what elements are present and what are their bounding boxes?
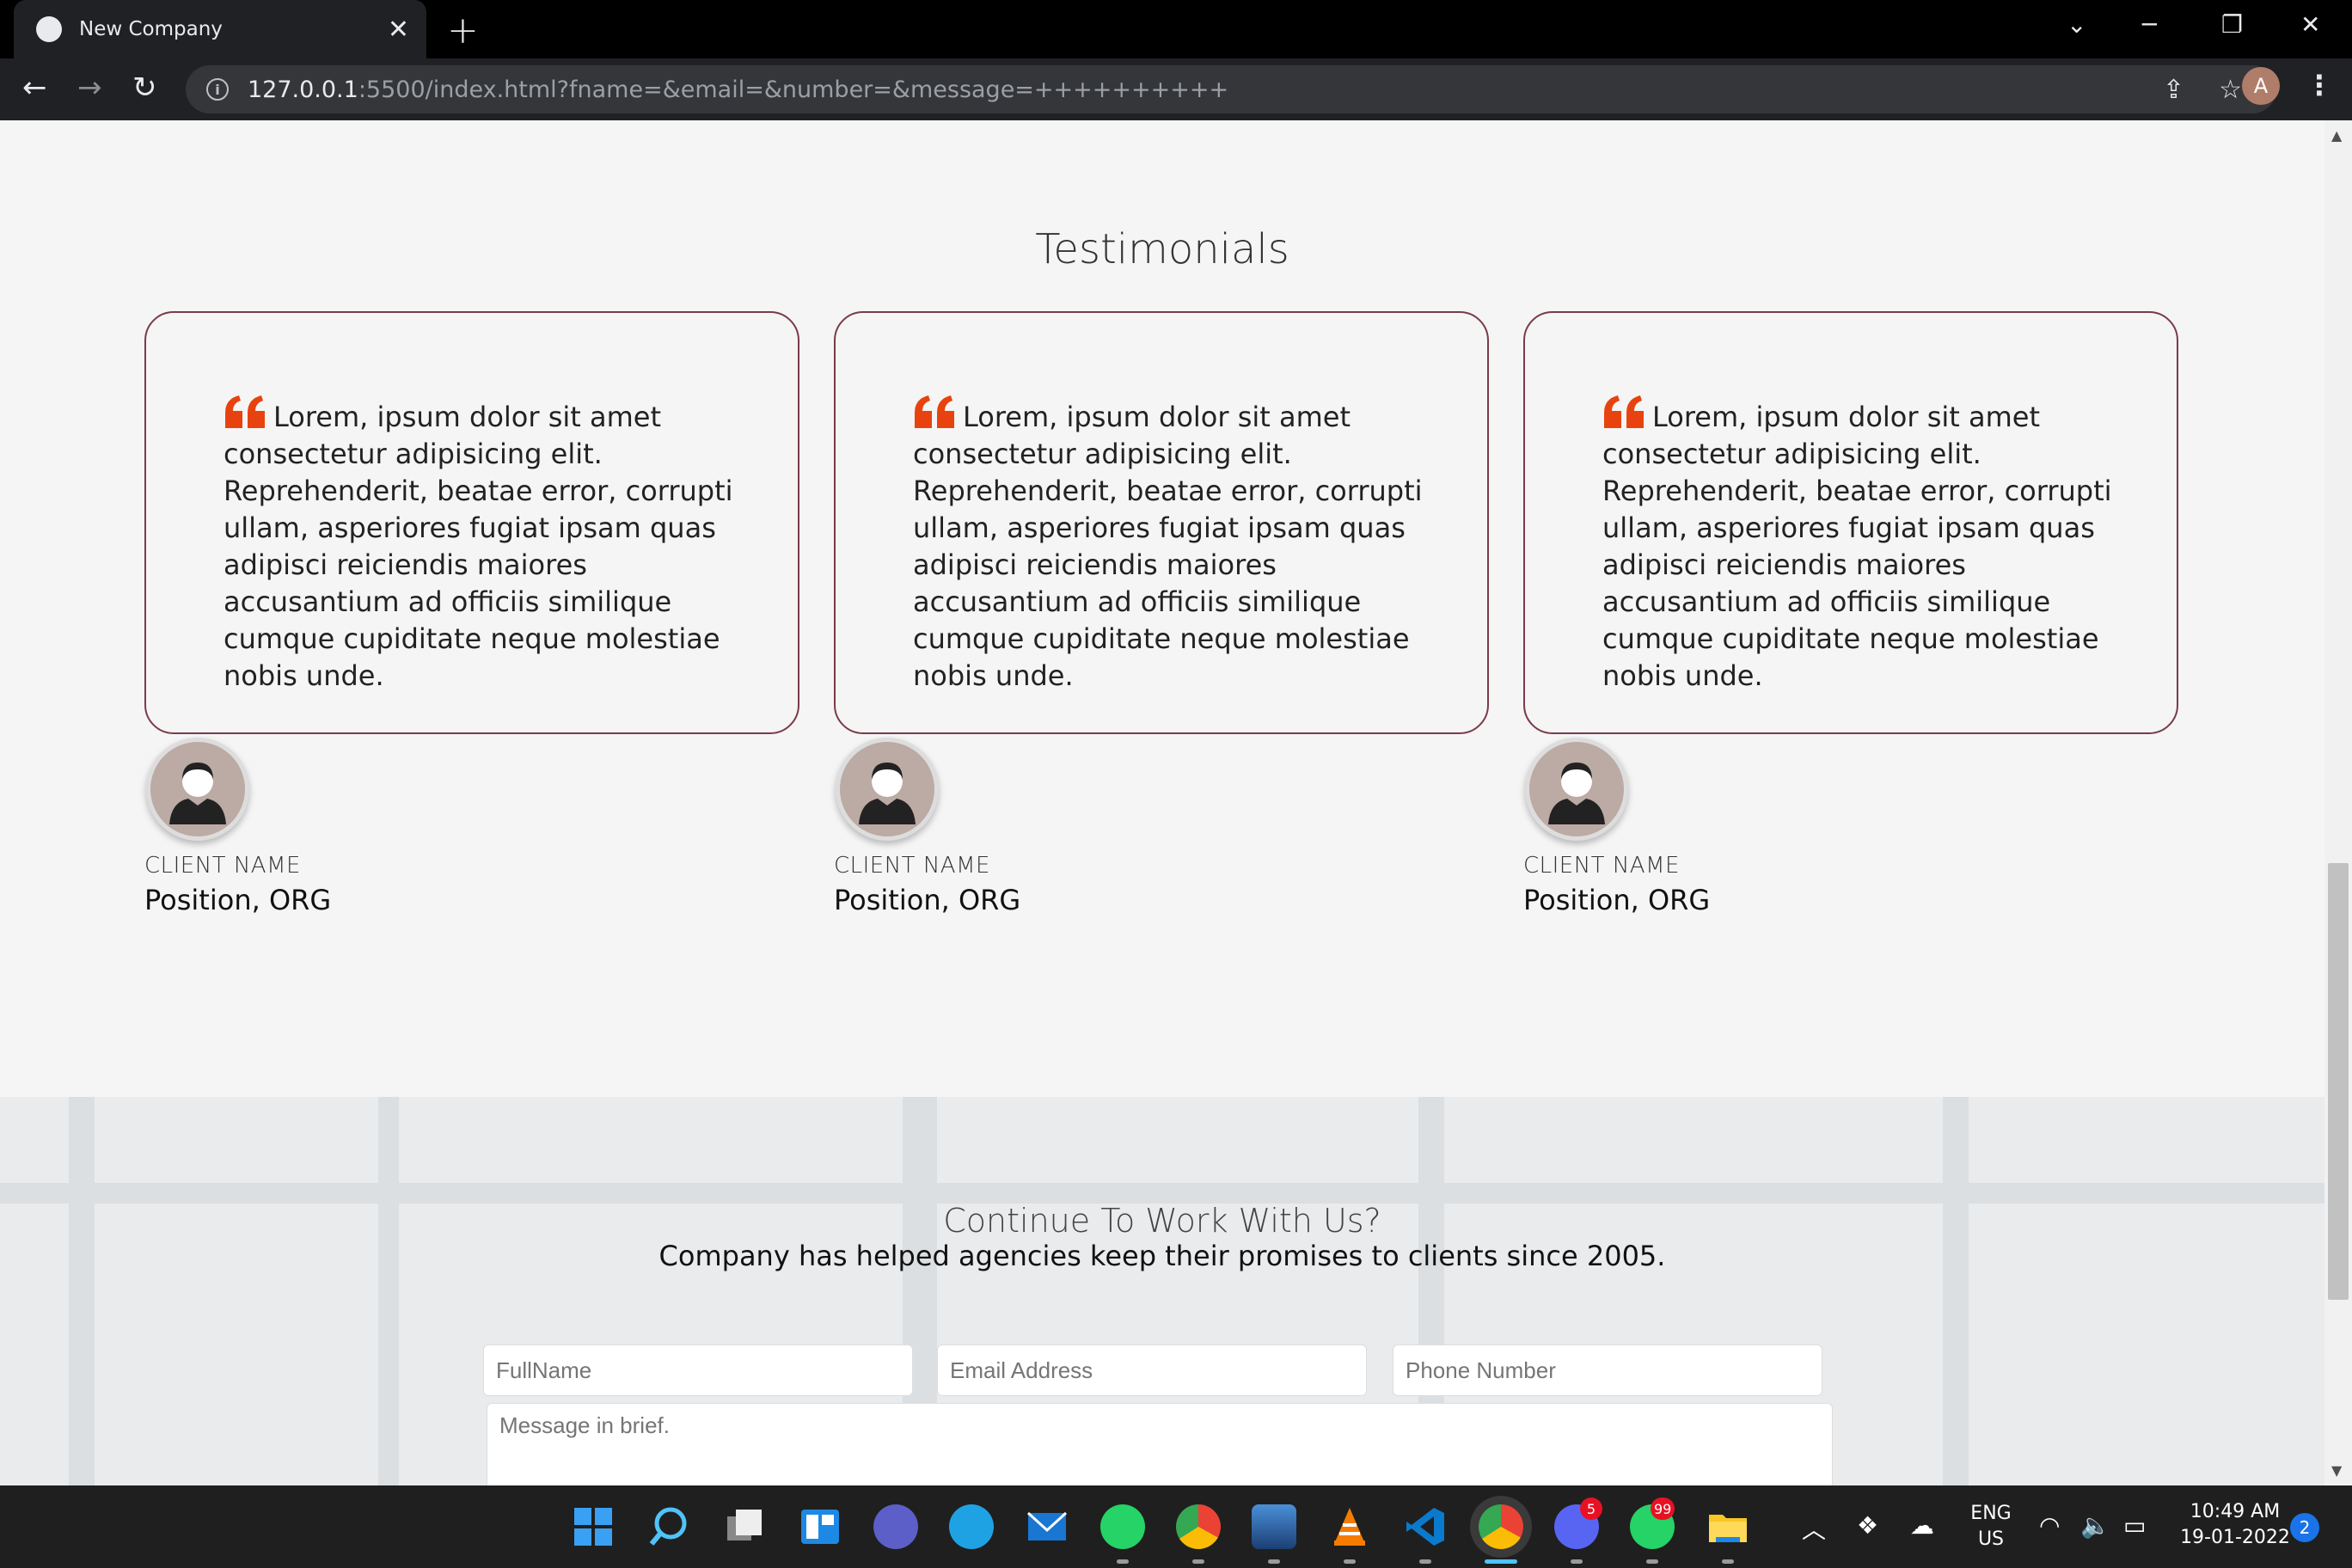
testimonial-card: Lorem, ipsum dolor sit amet consectetur …	[144, 311, 799, 734]
vlc-icon[interactable]	[1327, 1504, 1372, 1549]
tab-search-chevron-icon[interactable]: ⌄	[2067, 10, 2086, 39]
testimonial-quote: Lorem, ipsum dolor sit amet consectetur …	[224, 401, 733, 692]
active-indicator	[1485, 1559, 1517, 1564]
testimonial-quote: Lorem, ipsum dolor sit amet consectetur …	[913, 401, 1423, 692]
chrome-active-icon[interactable]	[1479, 1504, 1523, 1549]
phone-field[interactable]	[1393, 1344, 1822, 1396]
testimonial-card: Lorem, ipsum dolor sit amet consectetur …	[1523, 311, 2178, 734]
vscode-icon[interactable]	[1403, 1504, 1448, 1549]
testimonial-card: Lorem, ipsum dolor sit amet consectetur …	[834, 311, 1489, 734]
widgets-icon[interactable]	[798, 1504, 842, 1549]
discord-badge: 5	[1580, 1498, 1602, 1520]
client-name: CLIENT NAME	[1523, 853, 1680, 879]
client-name: CLIENT NAME	[144, 853, 301, 879]
testimonial-quote: Lorem, ipsum dolor sit amet consectetur …	[1602, 401, 2112, 692]
running-indicator	[1419, 1559, 1431, 1564]
chrome-profile-icon[interactable]	[1176, 1504, 1221, 1549]
windows-taskbar: 5 99 ︿ ❖ ☁ ENG US ◠ 🔈 ▭ 10:49 AM 19-01-2…	[0, 1485, 2352, 1568]
onedrive-cloud-icon[interactable]: ☁	[1910, 1511, 1934, 1540]
whatsapp-icon[interactable]	[1100, 1504, 1145, 1549]
task-view-icon[interactable]	[722, 1504, 767, 1549]
whatsapp-badge: 99	[1651, 1498, 1675, 1520]
dropbox-icon[interactable]: ❖	[1857, 1511, 1878, 1540]
contact-subtitle: Company has helped agencies keep their p…	[658, 1240, 1666, 1272]
restore-icon[interactable]: ❐	[2221, 10, 2243, 39]
fullname-field[interactable]	[483, 1344, 913, 1396]
contact-title: Continue To Work With Us?	[943, 1202, 1381, 1240]
running-indicator	[1117, 1559, 1129, 1564]
client-avatar	[146, 738, 249, 841]
tab-close-icon[interactable]: ✕	[388, 15, 409, 45]
tab-bar: New Company ✕ + ⌄ ─ ❐ ✕	[0, 0, 2352, 58]
language-indicator[interactable]: ENG US	[1962, 1501, 2020, 1553]
address-bar[interactable]: i 127.0.0.1:5500/index.html?fname=&email…	[186, 65, 2276, 113]
mail-icon[interactable]	[1025, 1504, 1069, 1549]
quote-icon	[225, 395, 265, 428]
chevron-up-icon[interactable]: ︿	[1802, 1511, 1826, 1546]
email-field[interactable]	[937, 1344, 1367, 1396]
background-window-frame	[69, 1097, 95, 1485]
url-text: 127.0.0.1:5500/index.html?fname=&email=&…	[248, 76, 1229, 103]
teams-chat-icon[interactable]	[873, 1504, 918, 1549]
scroll-down-arrow-icon[interactable]: ▼	[2331, 1462, 2342, 1479]
share-icon[interactable]: ⇪	[2163, 75, 2184, 105]
menu-dots-icon[interactable]: ⋮	[2306, 69, 2333, 101]
client-name: CLIENT NAME	[834, 853, 990, 879]
client-avatar	[1525, 738, 1628, 841]
message-field[interactable]	[487, 1403, 1833, 1485]
background-window-frame	[0, 1183, 2324, 1204]
clock[interactable]: 10:49 AM 19-01-2022	[2166, 1499, 2304, 1551]
contact-section: Continue To Work With Us? Company has he…	[0, 1097, 2324, 1485]
browser-toolbar: ← → ↻ i 127.0.0.1:5500/index.html?fname=…	[0, 58, 2352, 120]
running-indicator	[1192, 1559, 1204, 1564]
running-indicator	[1344, 1559, 1356, 1564]
volume-icon[interactable]: 🔈	[2080, 1511, 2110, 1540]
battery-icon[interactable]: ▭	[2123, 1511, 2146, 1540]
minimize-icon[interactable]: ─	[2142, 10, 2157, 39]
testimonials-title: Testimonials	[1035, 225, 1289, 273]
profile-avatar[interactable]: A	[2242, 67, 2280, 105]
user-icon	[1548, 763, 1605, 824]
tab-title: New Company	[79, 18, 223, 40]
running-indicator	[1268, 1559, 1280, 1564]
client-position: Position, ORG	[144, 884, 332, 916]
file-explorer-icon[interactable]	[1706, 1504, 1750, 1549]
globe-icon	[36, 16, 62, 42]
close-window-icon[interactable]: ✕	[2300, 10, 2320, 39]
notification-badge[interactable]: 2	[2290, 1513, 2319, 1542]
scroll-up-arrow-icon[interactable]: ▲	[2331, 127, 2342, 144]
running-indicator	[1646, 1559, 1658, 1564]
edge-browser-icon[interactable]	[949, 1504, 994, 1549]
user-icon	[859, 763, 916, 824]
back-arrow-icon[interactable]: ←	[22, 70, 47, 105]
client-position: Position, ORG	[834, 884, 1021, 916]
reload-icon[interactable]: ↻	[132, 70, 157, 105]
client-avatar	[836, 738, 939, 841]
quote-icon	[1604, 395, 1644, 428]
search-icon[interactable]	[646, 1504, 691, 1549]
photos-icon[interactable]	[1252, 1504, 1296, 1549]
bookmark-star-icon[interactable]: ☆	[2219, 75, 2242, 105]
site-info-icon[interactable]: i	[206, 78, 229, 101]
forward-arrow-icon[interactable]: →	[77, 70, 102, 105]
browser-tab[interactable]: New Company ✕	[14, 0, 426, 58]
windows-start-icon[interactable]	[571, 1504, 616, 1549]
client-position: Position, ORG	[1523, 884, 1711, 916]
page-scrollbar[interactable]: ▲ ▼	[2324, 120, 2352, 1485]
new-tab-button[interactable]: +	[447, 9, 479, 52]
background-window-frame	[378, 1097, 399, 1485]
user-icon	[169, 763, 226, 824]
background-window-frame	[1943, 1097, 1969, 1485]
quote-icon	[915, 395, 954, 428]
page-viewport: Testimonials Lorem, ipsum dolor sit amet…	[0, 120, 2324, 1485]
scroll-thumb[interactable]	[2328, 863, 2349, 1300]
wifi-icon[interactable]: ◠	[2039, 1511, 2060, 1540]
running-indicator	[1571, 1559, 1583, 1564]
running-indicator	[1722, 1559, 1734, 1564]
